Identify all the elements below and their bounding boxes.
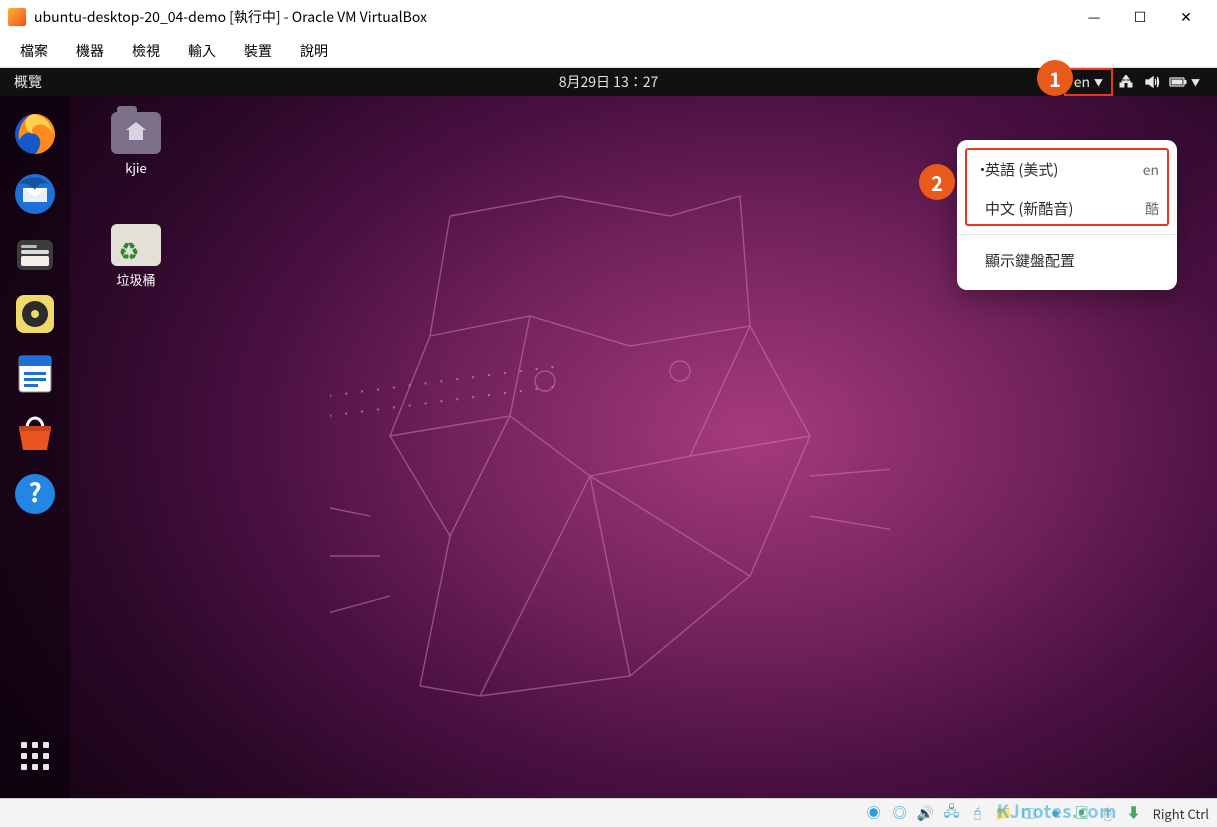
host-menubar: 檔案 機器 檢視 輸入 裝置 說明 (0, 34, 1217, 68)
input-source-menu: • 英語 (美式) en 中文 (新酷音) 酷 顯示鍵盤配置 (957, 140, 1177, 290)
help-icon[interactable]: ? (11, 470, 59, 518)
sb-optical-icon[interactable]: ◎ (889, 802, 911, 824)
trash-icon: ♻ (111, 224, 161, 266)
annotation-marker-2: 2 (919, 164, 955, 200)
selected-bullet-icon: • (975, 159, 985, 180)
activities-button[interactable]: 概覽 (0, 72, 56, 92)
menu-input[interactable]: 輸入 (174, 37, 230, 65)
gnome-top-panel: 概覽 8月29日 13：27 en ▼ ▼ (0, 68, 1217, 96)
menu-devices[interactable]: 裝置 (230, 37, 286, 65)
guest-display: 概覽 8月29日 13：27 en ▼ ▼ 1 (0, 68, 1217, 798)
files-icon[interactable] (11, 230, 59, 278)
input-source-code: 酷 (1145, 199, 1159, 219)
menu-file[interactable]: 檔案 (6, 37, 62, 65)
input-source-item-english[interactable]: • 英語 (美式) en (957, 150, 1177, 189)
annotation-marker-1: 1 (1037, 60, 1073, 96)
show-keyboard-layout-item[interactable]: 顯示鍵盤配置 (957, 241, 1177, 280)
host-title: ubuntu-desktop-20_04-demo [執行中] - Oracle… (34, 7, 1071, 27)
maximize-button[interactable]: ☐ (1117, 1, 1163, 33)
virtualbox-statusbar: ◉ ◎ 🔊 🖧 🖯 📁 🖵 ⏺ ▣ 🖰 ⬇ Right Ctrl (0, 798, 1217, 827)
sb-usb-icon[interactable]: 🖯 (967, 802, 989, 824)
sb-recording-icon[interactable]: ⏺ (1045, 802, 1067, 824)
host-titlebar: ubuntu-desktop-20_04-demo [執行中] - Oracle… (0, 0, 1217, 34)
ubuntu-software-icon[interactable] (11, 410, 59, 458)
menu-view[interactable]: 檢視 (118, 37, 174, 65)
menu-item-label: 顯示鍵盤配置 (985, 250, 1159, 271)
virtualbox-logo-icon (8, 8, 26, 26)
show-applications-button[interactable] (11, 732, 59, 780)
sb-shared-folder-icon[interactable]: 📁 (993, 802, 1015, 824)
battery-icon[interactable] (1165, 68, 1191, 96)
input-source-label: 中文 (新酷音) (985, 198, 1145, 219)
firefox-icon[interactable] (11, 110, 59, 158)
rhythmbox-icon[interactable] (11, 290, 59, 338)
sb-hostkey-arrow-icon: ⬇ (1123, 802, 1145, 824)
desktop-icon-label: kjie (100, 158, 172, 177)
sb-mouse-icon[interactable]: 🖰 (1097, 802, 1119, 824)
sb-audio-icon[interactable]: 🔊 (915, 802, 937, 824)
desktop-trash[interactable]: ♻ 垃圾桶 (100, 224, 172, 289)
sb-hdd-icon[interactable]: ◉ (863, 802, 885, 824)
minimize-button[interactable]: — (1071, 1, 1117, 33)
menu-machine[interactable]: 機器 (62, 37, 118, 65)
input-source-item-chinese[interactable]: 中文 (新酷音) 酷 (957, 189, 1177, 228)
svg-text:?: ? (28, 473, 41, 510)
wallpaper-cat-art (330, 156, 890, 726)
input-source-label: 英語 (美式) (985, 159, 1143, 180)
folder-icon (111, 112, 161, 154)
ubuntu-dock: ? (0, 96, 70, 798)
thunderbird-icon[interactable] (11, 170, 59, 218)
chevron-down-icon: ▼ (1094, 76, 1103, 89)
desktop-wallpaper: ? kjie ♻ 垃圾桶 • 英語 (美式) (0, 96, 1217, 798)
sound-icon[interactable] (1139, 68, 1165, 96)
show-apps-icon (21, 742, 49, 770)
input-source-code: en (1074, 72, 1090, 92)
desktop-home-folder[interactable]: kjie (100, 112, 172, 177)
network-icon[interactable] (1113, 68, 1139, 96)
desktop-icon-label: 垃圾桶 (100, 270, 172, 289)
menu-separator (957, 234, 1177, 235)
menu-help[interactable]: 說明 (286, 37, 342, 65)
input-source-code: en (1143, 160, 1159, 180)
sb-cpu-icon[interactable]: ▣ (1071, 802, 1093, 824)
system-menu-chevron-icon[interactable]: ▼ (1191, 76, 1207, 89)
close-button[interactable]: ✕ (1163, 1, 1209, 33)
sb-network-icon[interactable]: 🖧 (941, 802, 963, 824)
panel-datetime[interactable]: 8月29日 13：27 (559, 72, 659, 92)
hostkey-label: Right Ctrl (1153, 804, 1209, 823)
libreoffice-writer-icon[interactable] (11, 350, 59, 398)
sb-display-icon[interactable]: 🖵 (1019, 802, 1041, 824)
